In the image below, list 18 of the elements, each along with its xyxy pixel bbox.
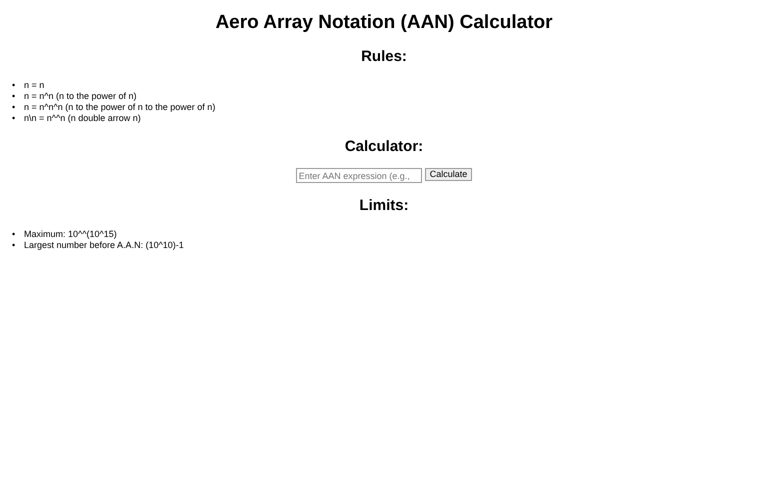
limit-item: Maximum: 10^^(10^15) [24, 229, 117, 240]
rule-item: n = n [24, 80, 44, 91]
rule-item: n = n^n (n to the power of n) [24, 91, 137, 102]
rules-heading: Rules: [360, 48, 408, 66]
rule-item: n\n = n^^n (n double arrow n) [24, 113, 141, 124]
limit-item: Largest number before A.A.N: (10^10)-1 [24, 240, 184, 251]
list-bullet: • [12, 240, 16, 251]
list-bullet: • [12, 80, 16, 91]
page-title: Aero Array Notation (AAN) Calculator [214, 12, 554, 34]
calculator-heading: Calculator: [344, 138, 424, 156]
expression-field[interactable]: Enter AAN expression (e.g., [296, 168, 422, 183]
rule-item: n = n^n^n (n to the power of n to the power of n) [24, 102, 216, 113]
list-bullet: • [12, 91, 16, 102]
list-bullet: • [12, 102, 16, 113]
list-bullet: • [12, 113, 16, 124]
list-bullet: • [12, 229, 16, 240]
limits-heading: Limits: [358, 197, 410, 215]
calculate-button[interactable]: Calculate [424, 168, 472, 181]
